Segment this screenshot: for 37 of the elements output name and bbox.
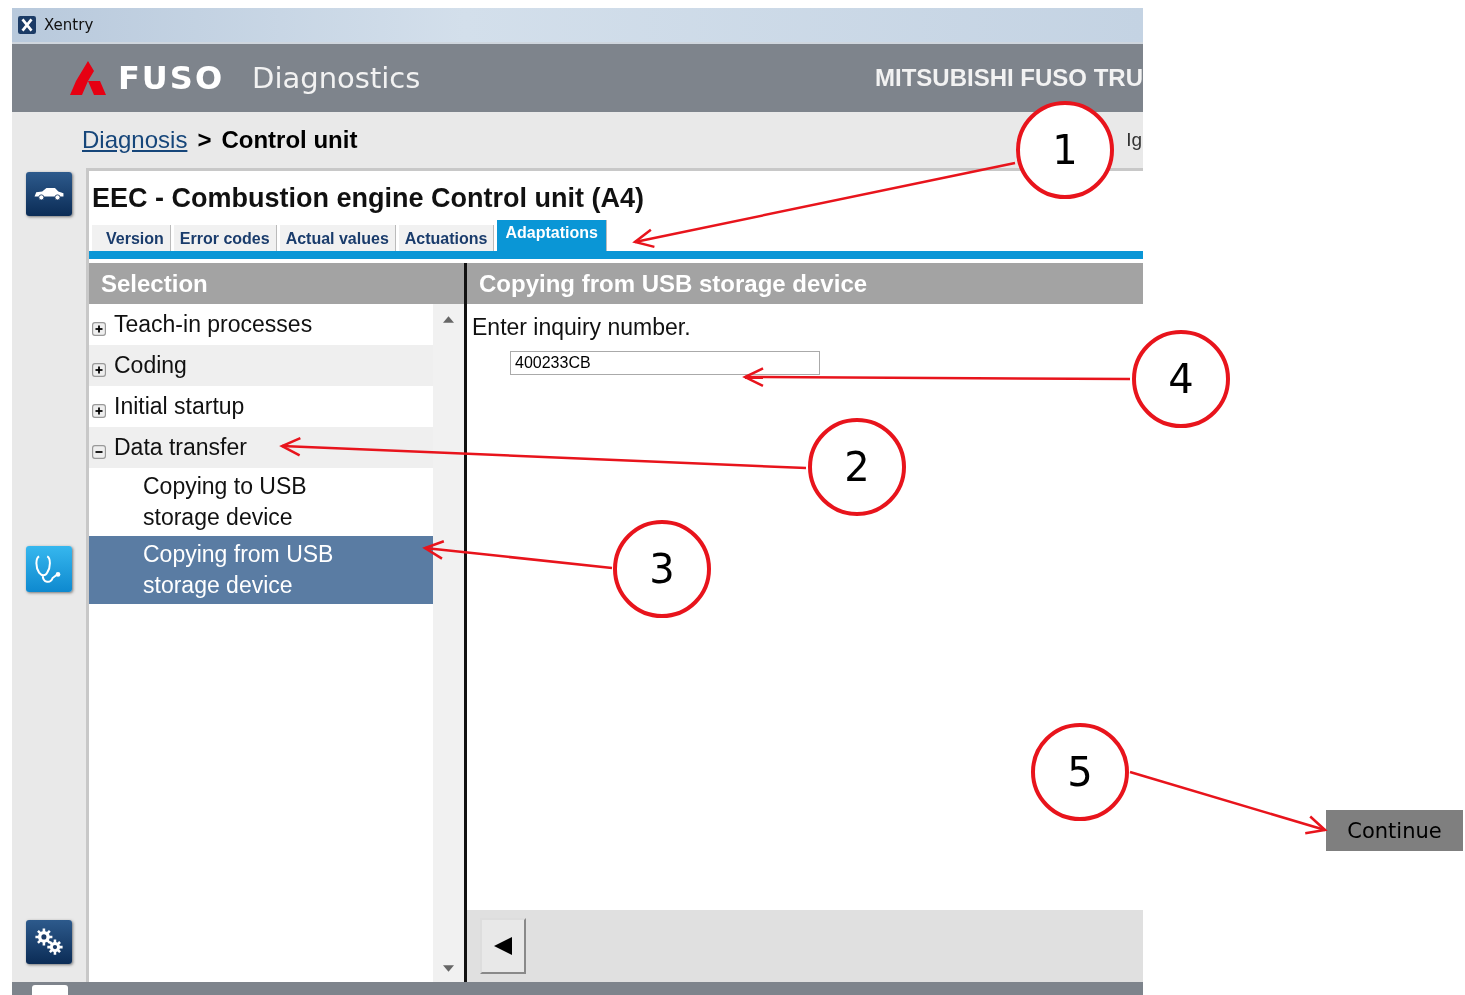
breadcrumb-separator: >	[197, 126, 212, 154]
logo-icon	[68, 61, 108, 95]
collapse-icon[interactable]	[92, 444, 106, 459]
product-name: Diagnostics	[252, 61, 421, 95]
panel-title: EEC - Combustion engine Control unit (A4)	[92, 183, 644, 214]
brand-name: FUSO	[118, 59, 225, 97]
tree-item[interactable]: Data transfer	[89, 427, 433, 468]
app-icon	[18, 16, 36, 34]
breadcrumb-link[interactable]: Diagnosis	[82, 126, 188, 154]
diagnosis-button[interactable]	[26, 546, 72, 592]
toolbar-text: Ig	[1126, 129, 1142, 151]
car-icon	[32, 185, 66, 203]
callout-number: 4	[1132, 330, 1230, 428]
tree-item[interactable]: Coding	[89, 345, 433, 386]
scroll-up-icon[interactable]	[443, 316, 454, 323]
continue-button[interactable]: Continue	[1326, 810, 1463, 851]
tab[interactable]: Error codes	[173, 225, 277, 251]
expand-icon[interactable]	[92, 403, 106, 418]
selection-header: Selection	[89, 263, 464, 304]
expand-icon[interactable]	[92, 362, 106, 377]
tab[interactable]: Actual values	[279, 225, 396, 251]
breadcrumb-current: Control unit	[221, 126, 358, 154]
tab[interactable]: Actuations	[398, 225, 495, 251]
back-arrow-icon	[494, 937, 512, 955]
content-header: Copying from USB storage device	[467, 263, 1143, 304]
settings-button[interactable]	[26, 920, 72, 964]
tab[interactable]: Version	[92, 225, 171, 251]
window-title: Xentry	[44, 16, 94, 34]
back-button[interactable]	[480, 918, 526, 974]
inquiry-input[interactable]: 400233CB	[510, 351, 820, 375]
company-name: MITSUBISHI FUSO TRU	[875, 64, 1143, 92]
tree-item[interactable]: Copying to USB storage device	[89, 468, 433, 536]
scroll-down-icon[interactable]	[443, 965, 454, 972]
vehicle-button[interactable]	[26, 172, 72, 216]
tree-item[interactable]: Copying from USB storage device	[89, 536, 433, 604]
expand-icon[interactable]	[92, 321, 106, 336]
prompt-text: Enter inquiry number.	[472, 314, 692, 341]
